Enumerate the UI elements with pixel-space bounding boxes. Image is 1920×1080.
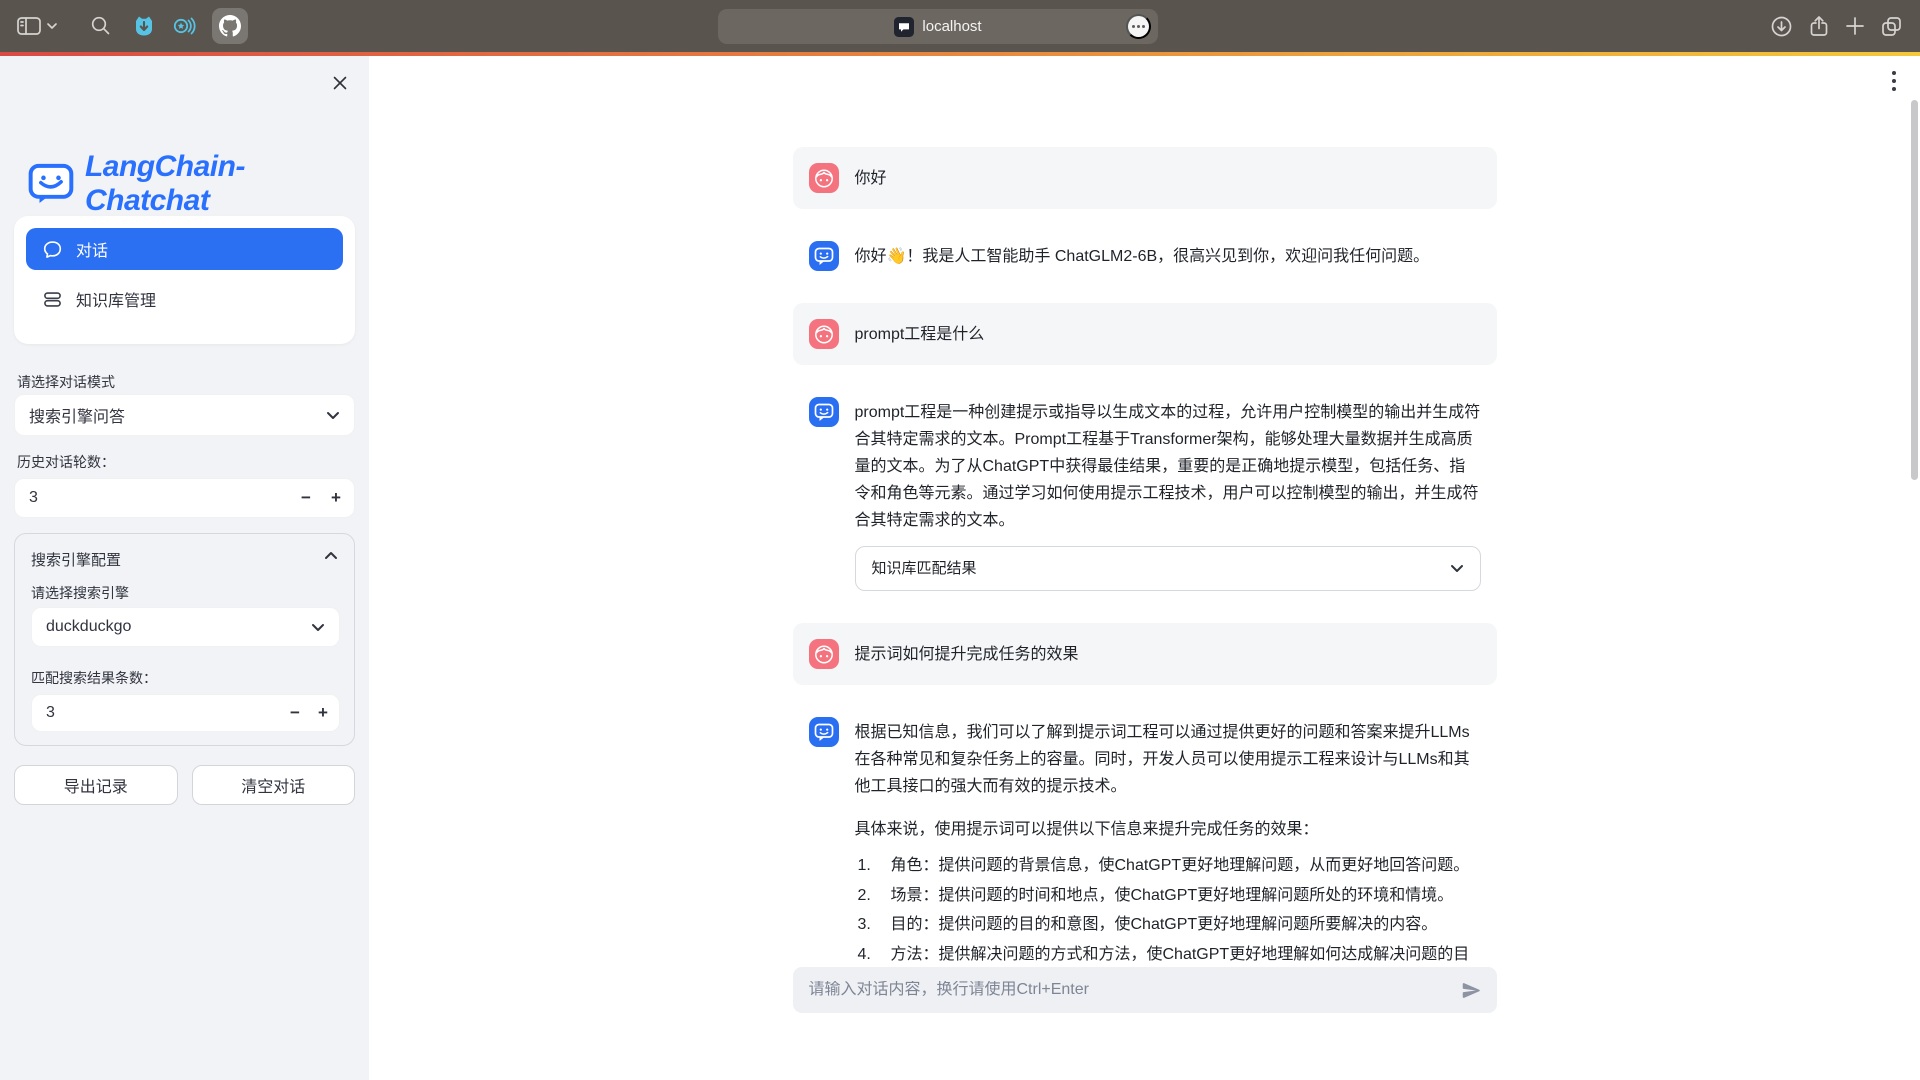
kb-match-results-label: 知识库匹配结果 — [872, 555, 977, 582]
search-engine-label: 请选择搜索引擎 — [31, 583, 129, 603]
tab-overview-icon[interactable] — [1880, 15, 1903, 38]
user-message: 提示词如何提升完成任务的效果 — [793, 623, 1497, 685]
message-text: 你好 — [855, 163, 1481, 193]
extension-signal-star-icon[interactable] — [171, 15, 196, 37]
share-icon[interactable] — [1808, 15, 1830, 38]
result-count-label: 匹配搜索结果条数： — [31, 668, 157, 688]
chatchat-logo-icon — [28, 163, 74, 205]
message-text: 根据已知信息，我们可以了解到提示词工程可以通过提供更好的问题和答案来提升LLMs… — [855, 719, 1481, 800]
message-text: prompt工程是什么 — [855, 319, 1481, 349]
extension-cat-icon[interactable] — [132, 15, 156, 37]
sidebar-item-label: 知识库管理 — [76, 287, 156, 311]
dialog-mode-value: 搜索引擎问答 — [29, 403, 125, 427]
search-engine-value: duckduckgo — [46, 618, 131, 636]
history-rounds-label: 历史对话轮数： — [17, 452, 115, 472]
result-count-value: 3 — [46, 704, 55, 722]
site-favicon — [894, 17, 914, 37]
export-records-button[interactable]: 导出记录 — [14, 765, 178, 805]
page-options-icon[interactable] — [1126, 14, 1151, 39]
message-list: 角色：提供问题的背景信息，使ChatGPT更好地理解问题，从而更好地回答问题。 … — [855, 851, 1481, 967]
kb-match-results-expander[interactable]: 知识库匹配结果 — [855, 546, 1481, 591]
search-engine-config-expander: 搜索引擎配置 请选择搜索引擎 duckduckgo 匹配搜索结果条数： 3 − … — [14, 533, 355, 746]
search-engine-select[interactable]: duckduckgo — [31, 607, 340, 647]
search-engine-config-header[interactable]: 搜索引擎配置 — [15, 534, 354, 570]
user-message: prompt工程是什么 — [793, 303, 1497, 365]
assistant-avatar — [809, 397, 839, 427]
assistant-message: 根据已知信息，我们可以了解到提示词工程可以通过提供更好的问题和答案来提升LLMs… — [793, 701, 1497, 967]
search-icon[interactable] — [90, 15, 112, 37]
assistant-message: prompt工程是一种创建提示或指导以生成文本的过程，允许用户控制模型的输出并生… — [793, 381, 1497, 607]
list-item: 目的：提供问题的目的和意图，使ChatGPT更好地理解问题所要解决的内容。 — [855, 910, 1481, 940]
downloads-icon[interactable] — [1770, 15, 1793, 38]
history-rounds-minus-button[interactable]: − — [291, 478, 321, 518]
sidebar-chevron-button[interactable] — [46, 22, 58, 30]
sidebar-item-dialogue[interactable]: 对话 — [26, 228, 343, 270]
assistant-avatar — [809, 717, 839, 747]
result-count-input[interactable]: 3 − + — [31, 694, 340, 732]
chevron-down-icon — [1450, 564, 1464, 573]
chat-bubble-icon — [43, 240, 62, 259]
result-count-minus-button[interactable]: − — [280, 694, 310, 732]
chevron-down-icon — [311, 623, 325, 632]
sidebar-item-knowledge-base[interactable]: 知识库管理 — [26, 278, 343, 320]
user-message: 你好 — [793, 147, 1497, 209]
assistant-message: 你好👋！我是人工智能助手 ChatGLM2-6B，很高兴见到你，欢迎问我任何问题… — [793, 225, 1497, 287]
dialog-mode-select[interactable]: 搜索引擎问答 — [14, 394, 355, 436]
app-logo: LangChain-Chatchat — [28, 150, 369, 218]
chat-input-bar — [793, 967, 1497, 1013]
user-avatar — [809, 319, 839, 349]
sidebar-toggle-button[interactable] — [16, 15, 42, 37]
knowledge-base-icon — [43, 290, 62, 309]
list-item: 场景：提供问题的时间和地点，使ChatGPT更好地理解问题所处的环境和情境。 — [855, 881, 1481, 911]
dialog-mode-label: 请选择对话模式 — [17, 372, 115, 392]
message-text: prompt工程是一种创建提示或指导以生成文本的过程，允许用户控制模型的输出并生… — [855, 399, 1481, 534]
chevron-up-icon — [324, 551, 338, 560]
chat-input[interactable] — [793, 981, 1446, 999]
sidebar: LangChain-Chatchat 对话 知识库管理 请选择对话模式 搜索引擎… — [0, 56, 369, 1080]
message-text: 提示词如何提升完成任务的效果 — [855, 639, 1481, 669]
send-icon[interactable] — [1446, 980, 1497, 1001]
history-rounds-plus-button[interactable]: + — [321, 478, 351, 518]
message-text: 具体来说，使用提示词可以提供以下信息来提升完成任务的效果： — [855, 816, 1481, 843]
list-item: 角色：提供问题的背景信息，使ChatGPT更好地理解问题，从而更好地回答问题。 — [855, 851, 1481, 881]
result-count-plus-button[interactable]: + — [308, 694, 338, 732]
user-avatar — [809, 163, 839, 193]
browser-toolbar: localhost — [0, 0, 1920, 52]
sidebar-nav: 对话 知识库管理 — [14, 216, 355, 344]
url-text: localhost — [922, 18, 981, 35]
address-bar[interactable]: localhost — [718, 9, 1158, 44]
sidebar-item-label: 对话 — [76, 237, 108, 261]
message-text: 你好👋！我是人工智能助手 ChatGLM2-6B，很高兴见到你，欢迎问我任何问题… — [855, 241, 1481, 271]
app-title: LangChain-Chatchat — [85, 150, 369, 218]
chat-main: 你好 你好👋！我是人工智能助手 ChatGLM2-6B，很高兴见到你，欢迎问我任… — [369, 56, 1920, 1080]
chat-message-list: 你好 你好👋！我是人工智能助手 ChatGLM2-6B，很高兴见到你，欢迎问我任… — [369, 56, 1920, 967]
list-item: 方法：提供解决问题的方式和方法，使ChatGPT更好地理解如何达成解决问题的目标… — [855, 940, 1481, 968]
close-sidebar-icon[interactable] — [325, 68, 355, 98]
new-tab-icon[interactable] — [1845, 16, 1865, 36]
history-rounds-value: 3 — [29, 489, 38, 507]
clear-dialogue-button[interactable]: 清空对话 — [192, 765, 356, 805]
history-rounds-input[interactable]: 3 − + — [14, 478, 355, 518]
github-icon[interactable] — [212, 8, 248, 44]
search-engine-config-title: 搜索引擎配置 — [31, 552, 121, 569]
user-avatar — [809, 639, 839, 669]
assistant-avatar — [809, 241, 839, 271]
chevron-down-icon — [326, 411, 340, 420]
